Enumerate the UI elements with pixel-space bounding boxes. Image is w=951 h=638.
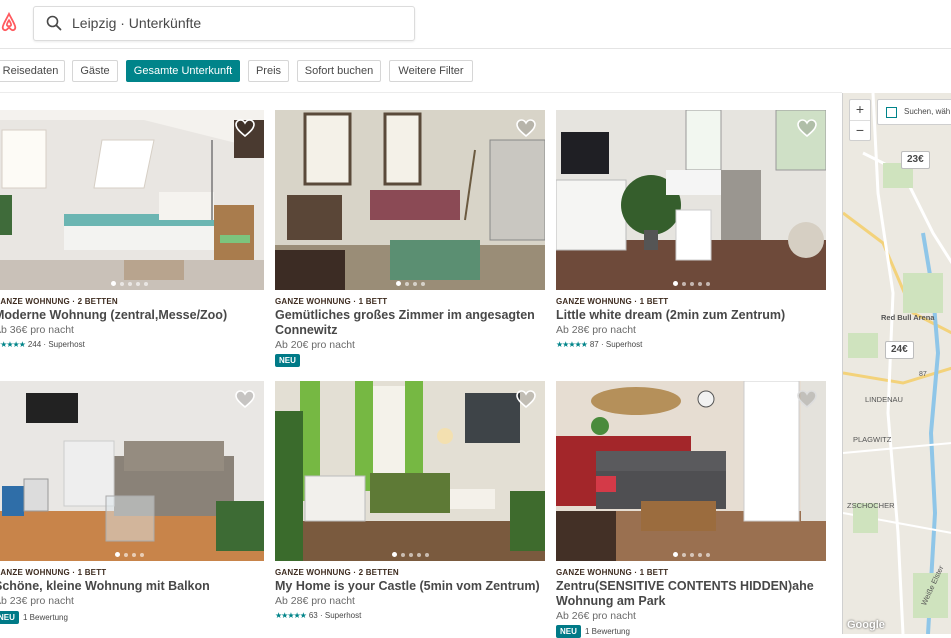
new-badge: NEU	[0, 611, 19, 624]
search-value: Leipzig · Unterkünfte	[72, 15, 202, 31]
listing-rating: ★★★★★ 63 · Superhost	[275, 611, 361, 620]
listing-type: GANZE WOHNUNG · 2 BETTEN	[275, 568, 399, 577]
map-label: PLAGWITZ	[853, 435, 892, 444]
review-count: 1 Bewertung	[23, 613, 68, 622]
listing-rating: ★★★★★ 87 · Superhost	[556, 340, 642, 349]
listing-photo[interactable]	[556, 381, 826, 561]
checkbox-icon	[886, 107, 897, 118]
rating-stars: ★★★★★	[0, 340, 26, 349]
carousel-dots	[275, 281, 545, 286]
listing-photo[interactable]	[0, 110, 264, 290]
checkbox-label: Suchen, wäh	[904, 107, 951, 116]
listing-card[interactable]: GANZE WOHNUNG · 1 BETT Gemütliches große…	[275, 110, 545, 370]
search-as-map-moves-checkbox[interactable]: Suchen, wäh	[877, 99, 951, 125]
filter-reisedaten-button[interactable]: Reisedaten	[0, 60, 65, 82]
search-icon	[46, 15, 62, 31]
divider	[0, 92, 842, 93]
carousel-dots	[275, 552, 545, 557]
heart-icon[interactable]	[235, 119, 255, 137]
rating-count: 244 · Superhost	[27, 340, 85, 349]
map-label: ZSCHOCHER	[847, 501, 895, 510]
google-logo: Google	[847, 619, 885, 631]
heart-icon[interactable]	[516, 390, 536, 408]
map-price-pin[interactable]: 23€	[901, 151, 930, 169]
listing-price: Ab 26€ pro nacht	[556, 610, 636, 622]
listing-card[interactable]: GANZE WOHNUNG · 2 BETTEN Moderne Wohnung…	[0, 110, 264, 360]
rating-stars: ★★★★★	[556, 340, 588, 349]
listing-type: GANZE WOHNUNG · 1 BETT	[556, 568, 669, 577]
carousel-dots	[0, 552, 264, 557]
listing-photo[interactable]	[275, 381, 545, 561]
map-panel[interactable]: + − Suchen, wäh 23€ 24€ Red Bull Arena L…	[842, 93, 951, 634]
listing-title[interactable]: My Home is your Castle (5min vom Zentrum…	[275, 579, 550, 594]
heart-icon[interactable]	[797, 390, 817, 408]
listing-price: Ab 28€ pro nacht	[556, 324, 636, 336]
new-badge: NEU	[556, 625, 581, 638]
map-label: 87	[919, 371, 927, 378]
review-count: 1 Bewertung	[585, 627, 630, 636]
filter-preis-button[interactable]: Preis	[248, 60, 289, 82]
filter-gaeste-button[interactable]: Gäste	[72, 60, 118, 82]
rating-count: 63 · Superhost	[308, 611, 362, 620]
listing-card[interactable]: GANZE WOHNUNG · 1 BETT Schöne, kleine Wo…	[0, 381, 264, 634]
filter-sofort-buchen-button[interactable]: Sofort buchen	[297, 60, 381, 82]
listing-title[interactable]: Little white dream (2min zum Zentrum)	[556, 308, 831, 323]
listing-title[interactable]: Zentru(SENSITIVE CONTENTS HIDDEN)ahe Woh…	[556, 579, 831, 609]
zoom-in-button[interactable]: +	[850, 100, 870, 120]
rating-stars: ★★★★★	[275, 611, 307, 620]
listing-title[interactable]: Schöne, kleine Wohnung mit Balkon	[0, 579, 269, 594]
map-price-pin[interactable]: 24€	[885, 341, 914, 359]
listing-price: Ab 20€ pro nacht	[275, 339, 355, 351]
map-zoom-control: + −	[849, 99, 871, 141]
filter-gesamte-unterkunft-button[interactable]: Gesamte Unterkunft	[126, 60, 240, 82]
listing-type: GANZE WOHNUNG · 1 BETT	[275, 297, 388, 306]
carousel-dots	[556, 281, 826, 286]
listing-card[interactable]: GANZE WOHNUNG · 2 BETTEN My Home is your…	[275, 381, 545, 634]
map-tiles	[843, 93, 951, 634]
heart-icon[interactable]	[235, 390, 255, 408]
listing-type: GANZE WOHNUNG · 1 BETT	[556, 297, 669, 306]
new-badge: NEU	[275, 354, 300, 367]
listing-photo[interactable]	[556, 110, 826, 290]
search-input[interactable]: Leipzig · Unterkünfte	[33, 6, 415, 41]
listing-card[interactable]: GANZE WOHNUNG · 1 BETT Little white drea…	[556, 110, 826, 360]
carousel-dots	[556, 552, 826, 557]
listing-photo[interactable]	[0, 381, 264, 561]
listing-photo[interactable]	[275, 110, 545, 290]
airbnb-logo-icon[interactable]	[0, 12, 18, 32]
listing-type: GANZE WOHNUNG · 1 BETT	[0, 568, 107, 577]
map-label: LINDENAU	[865, 395, 903, 404]
listing-card[interactable]: GANZE WOHNUNG · 1 BETT Zentru(SENSITIVE …	[556, 381, 826, 638]
listing-price: Ab 28€ pro nacht	[275, 595, 355, 607]
listing-price: Ab 23€ pro nacht	[0, 595, 74, 607]
carousel-dots	[0, 281, 264, 286]
map-label: Red Bull Arena	[881, 313, 935, 322]
listing-price: Ab 36€ pro nacht	[0, 324, 74, 336]
heart-icon[interactable]	[516, 119, 536, 137]
listing-rating: ★★★★★244 · Superhost	[0, 340, 85, 349]
listing-type: GANZE WOHNUNG · 2 BETTEN	[0, 297, 118, 306]
heart-icon[interactable]	[797, 119, 817, 137]
zoom-out-button[interactable]: −	[850, 121, 870, 141]
rating-count: 87 · Superhost	[589, 340, 643, 349]
listing-title[interactable]: Moderne Wohnung (zentral,Messe/Zoo)	[0, 308, 269, 323]
listing-title[interactable]: Gemütliches großes Zimmer im angesagten …	[275, 308, 550, 338]
top-header: Leipzig · Unterkünfte	[0, 0, 951, 49]
filter-weitere-filter-button[interactable]: Weitere Filter	[389, 60, 473, 82]
